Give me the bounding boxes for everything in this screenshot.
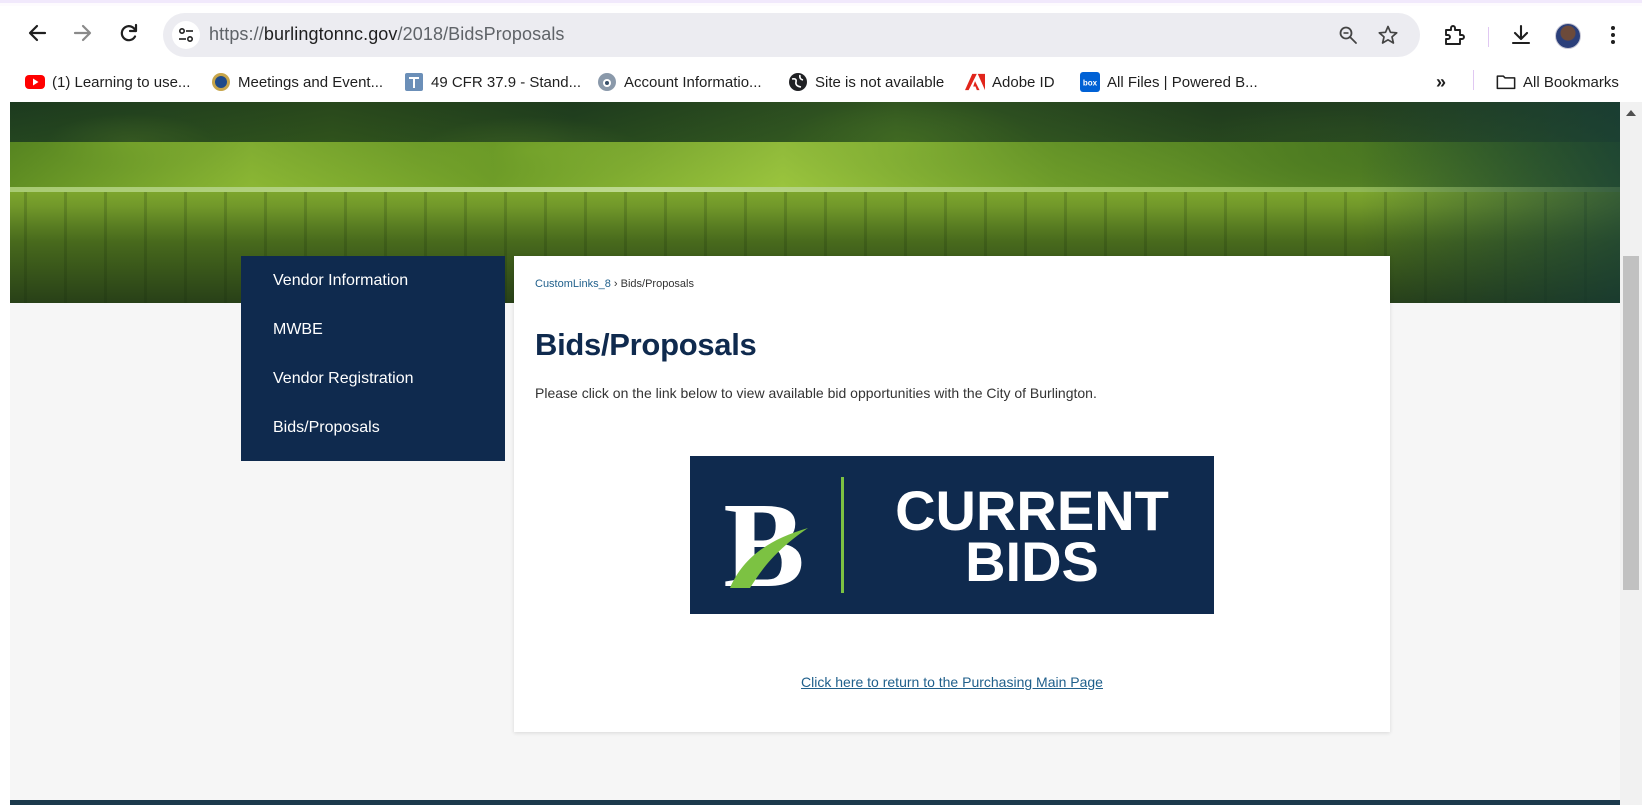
star-icon: [1378, 25, 1398, 44]
bookmark-label: All Files | Powered B...: [1107, 73, 1258, 91]
bookmark-label: 49 CFR 37.9 - Stand...: [431, 73, 582, 91]
puzzle-icon: [1445, 25, 1465, 45]
bookmark-star-button[interactable]: [1376, 23, 1400, 47]
bookmark-label: Site is not available: [815, 73, 945, 91]
bookmarks-bar: (1) Learning to use... Meetings and Even…: [0, 62, 1642, 102]
burlington-logo: B: [723, 478, 808, 594]
bookmark-label: Account Informatio...: [624, 73, 762, 91]
bookmark-item[interactable]: Site is not available: [788, 71, 944, 93]
breadcrumb: CustomLinks_8 › Bids/Proposals: [535, 278, 694, 290]
tune-icon: [178, 27, 194, 43]
scrollbar-thumb[interactable]: [1623, 256, 1639, 590]
nav-item-vendor-registration[interactable]: Vendor Registration: [273, 370, 414, 388]
bookmark-item[interactable]: box All Files | Powered B...: [1080, 71, 1258, 93]
bookmark-item[interactable]: Account Informatio...: [597, 71, 762, 93]
extensions-button[interactable]: [1439, 20, 1469, 50]
bookmark-item[interactable]: Adobe ID: [965, 71, 1055, 93]
zoom-button[interactable]: [1336, 23, 1360, 47]
bookmark-label: (1) Learning to use...: [52, 73, 191, 91]
browser-toolbar: https://burlingtonnc.gov/2018/BidsPropos…: [0, 6, 1642, 62]
breadcrumb-link[interactable]: CustomLinks_8: [535, 278, 611, 290]
url-text[interactable]: https://burlingtonnc.gov/2018/BidsPropos…: [209, 24, 565, 45]
bookmarks-divider: [1473, 70, 1474, 90]
breadcrumb-separator: ›: [613, 278, 618, 290]
url-host: burlingtonnc.gov: [263, 24, 398, 44]
globe-icon: [788, 72, 808, 92]
intro-text: Please click on the link below to view a…: [535, 385, 1097, 401]
current-bids-banner-link[interactable]: B CURRENT BIDS: [690, 456, 1214, 614]
reload-icon: [120, 23, 138, 42]
content-card: CustomLinks_8 › Bids/Proposals Bids/Prop…: [514, 256, 1390, 732]
profile-avatar[interactable]: [1555, 23, 1581, 49]
breadcrumb-current: Bids/Proposals: [620, 278, 694, 290]
zoom-icon: [1339, 26, 1357, 44]
toolbar-divider: [1488, 27, 1489, 47]
all-bookmarks-button[interactable]: All Bookmarks: [1496, 71, 1619, 93]
return-to-purchasing-link[interactable]: Click here to return to the Purchasing M…: [514, 674, 1390, 690]
folder-icon: [1496, 72, 1516, 92]
url-scheme: https://: [209, 24, 264, 44]
bookmark-label: Meetings and Event...: [238, 73, 384, 91]
bookmark-label: All Bookmarks: [1523, 73, 1619, 91]
box-icon: box: [1080, 72, 1100, 92]
seal-icon: [211, 72, 231, 92]
law-icon: [404, 72, 424, 92]
scroll-up-arrow-icon[interactable]: [1626, 110, 1636, 116]
arrow-right-icon: [73, 24, 92, 42]
chevron-double-right-icon: »: [1436, 71, 1447, 92]
footer-edge: [10, 800, 1620, 805]
menu-button[interactable]: [1598, 20, 1628, 50]
page-title: Bids/Proposals: [535, 327, 757, 362]
reload-button[interactable]: [112, 16, 146, 50]
bookmarks-overflow-button[interactable]: »: [1436, 71, 1446, 93]
forward-button[interactable]: [66, 16, 100, 50]
bookmark-label: Adobe ID: [992, 73, 1055, 91]
back-button[interactable]: [20, 16, 54, 50]
more-vert-icon: [1611, 26, 1615, 44]
nav-item-vendor-information[interactable]: Vendor Information: [273, 272, 408, 290]
nav-item-bids-proposals[interactable]: Bids/Proposals: [273, 419, 380, 437]
download-icon: [1511, 24, 1531, 45]
banner-line-2: BIDS: [965, 530, 1099, 593]
site-info-button[interactable]: [172, 21, 200, 49]
nav-item-mwbe[interactable]: MWBE: [273, 321, 323, 339]
url-path: /2018/BidsProposals: [397, 24, 565, 44]
banner-divider: [841, 477, 844, 593]
account-icon: [597, 72, 617, 92]
downloads-button[interactable]: [1506, 20, 1536, 50]
bookmark-item[interactable]: Meetings and Event...: [211, 71, 383, 93]
bookmark-item[interactable]: (1) Learning to use...: [25, 71, 190, 93]
svg-text:box: box: [1083, 79, 1098, 88]
adobe-icon: [965, 72, 985, 92]
web-page: Vendor Information MWBE Vendor Registrat…: [0, 102, 1642, 805]
youtube-icon: [25, 72, 45, 92]
bookmark-item[interactable]: 49 CFR 37.9 - Stand...: [404, 71, 581, 93]
side-navigation: Vendor Information MWBE Vendor Registrat…: [241, 256, 505, 461]
address-bar[interactable]: https://burlingtonnc.gov/2018/BidsPropos…: [163, 13, 1420, 57]
arrow-left-icon: [28, 24, 47, 42]
